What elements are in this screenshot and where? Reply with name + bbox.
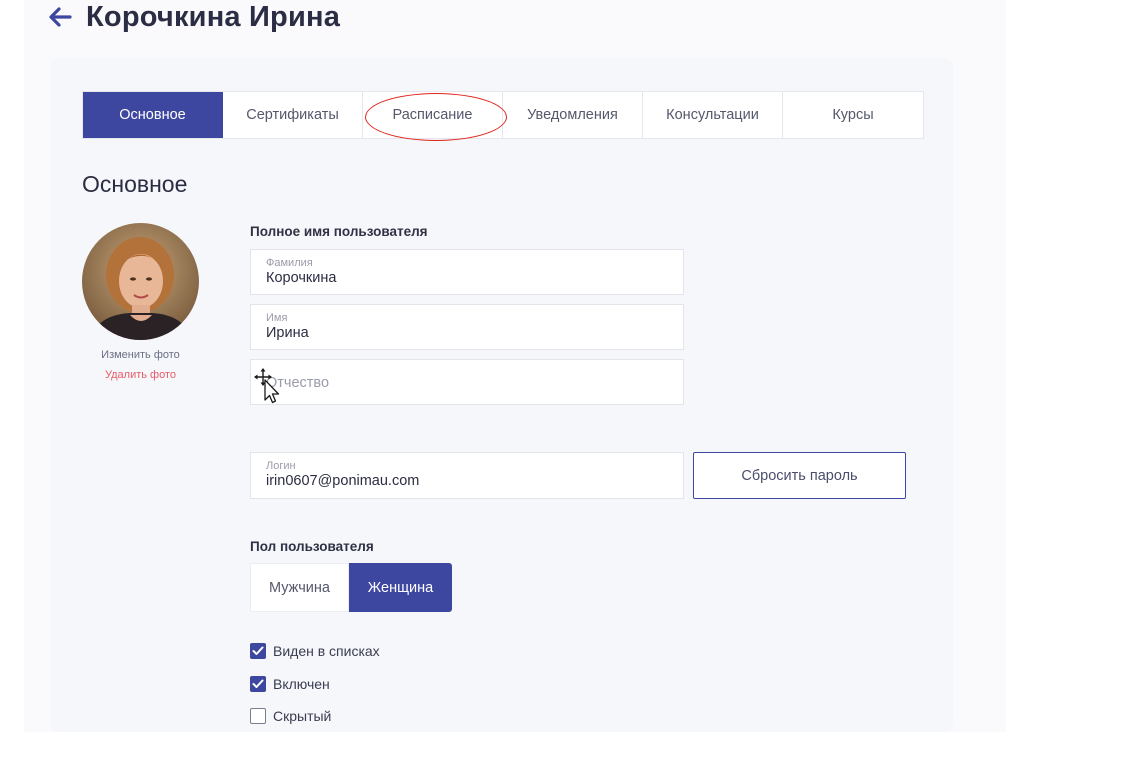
checkbox-checked-icon[interactable] <box>250 643 266 659</box>
tab-main[interactable]: Основное <box>83 92 223 138</box>
reset-password-button[interactable]: Сбросить пароль <box>693 452 906 499</box>
patronymic-field[interactable]: Отчество <box>250 359 684 405</box>
last-name-label: Фамилия <box>266 257 313 269</box>
gender-toggle: Мужчина Женщина <box>250 563 452 612</box>
checkbox-unchecked-icon[interactable] <box>250 708 266 724</box>
hidden-checkbox[interactable]: Скрытый <box>250 707 331 725</box>
gender-label: Пол пользователя <box>250 539 374 554</box>
full-name-label: Полное имя пользователя <box>250 224 428 239</box>
enabled-checkbox[interactable]: Включен <box>250 675 330 693</box>
avatar <box>82 223 199 340</box>
patronymic-placeholder: Отчество <box>266 375 330 391</box>
tab-courses[interactable]: Курсы <box>783 92 923 138</box>
last-name-value: Корочкина <box>266 270 337 286</box>
visible-in-lists-label: Виден в списках <box>273 643 380 659</box>
hidden-label: Скрытый <box>273 708 332 724</box>
login-field[interactable]: Логин irin0607@ponimau.com <box>250 452 684 499</box>
enabled-label: Включен <box>273 676 330 692</box>
login-label: Логин <box>266 460 296 472</box>
tab-notifications[interactable]: Уведомления <box>503 92 643 138</box>
tab-certificates[interactable]: Сертификаты <box>223 92 363 138</box>
page-title: Корочкина Ирина <box>86 0 341 33</box>
first-name-field[interactable]: Имя Ирина <box>250 304 684 350</box>
delete-photo-link[interactable]: Удалить фото <box>82 369 199 381</box>
tab-bar: Основное Сертификаты Расписание Уведомле… <box>82 91 924 139</box>
page-header: Корочкина Ирина <box>48 0 340 34</box>
first-name-value: Ирина <box>266 325 309 341</box>
gender-option-male[interactable]: Мужчина <box>250 563 349 612</box>
tab-schedule[interactable]: Расписание <box>363 92 503 138</box>
gender-option-female[interactable]: Женщина <box>349 563 452 612</box>
section-title: Основное <box>82 171 188 197</box>
change-photo-link[interactable]: Изменить фото <box>82 349 199 361</box>
checkbox-checked-icon[interactable] <box>250 676 266 692</box>
visible-in-lists-checkbox[interactable]: Виден в списках <box>250 642 380 660</box>
arrow-left-icon[interactable] <box>48 5 74 29</box>
tab-consultations[interactable]: Консультации <box>643 92 783 138</box>
first-name-label: Имя <box>266 312 288 324</box>
login-value: irin0607@ponimau.com <box>266 473 420 489</box>
last-name-field[interactable]: Фамилия Корочкина <box>250 249 684 295</box>
